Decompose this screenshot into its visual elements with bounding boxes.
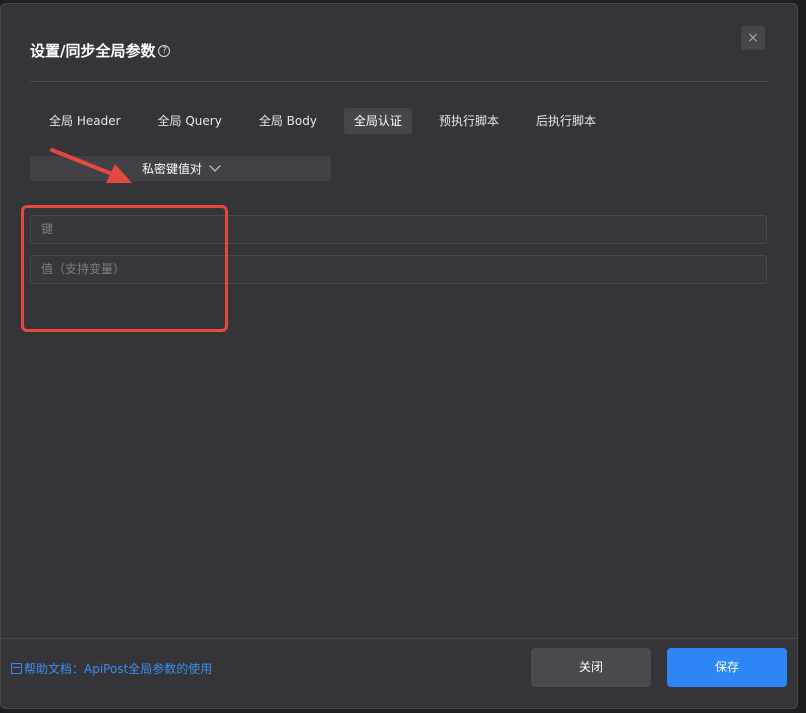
help-circle-icon[interactable]: ?: [158, 44, 171, 57]
tab-global-header[interactable]: 全局 Header: [39, 108, 131, 134]
help-doc-link-text: 帮助文档：ApiPost全局参数的使用: [24, 662, 213, 676]
key-input[interactable]: 键: [30, 215, 767, 244]
tab-global-body[interactable]: 全局 Body: [249, 108, 327, 134]
auth-type-select[interactable]: 私密键值对: [30, 156, 331, 181]
close-button[interactable]: 关闭: [531, 648, 651, 687]
chevron-down-icon: [209, 160, 221, 172]
dialog-title-text: 设置/同步全局参数: [30, 42, 156, 60]
auth-type-label: 私密键值对: [141, 162, 202, 176]
tab-pre-script[interactable]: 预执行脚本: [429, 108, 509, 134]
help-doc-link[interactable]: 帮助文档：ApiPost全局参数的使用: [11, 660, 212, 677]
save-button[interactable]: 保存: [667, 648, 787, 687]
book-icon: [11, 663, 22, 674]
tab-bar: 全局 Header 全局 Query 全局 Body 全局认证 预执行脚本 后执…: [39, 108, 623, 134]
tab-global-query[interactable]: 全局 Query: [148, 108, 232, 134]
tab-post-script[interactable]: 后执行脚本: [526, 108, 606, 134]
header-divider: [30, 81, 768, 82]
close-icon[interactable]: ×: [741, 26, 765, 50]
tab-global-auth[interactable]: 全局认证: [343, 108, 412, 134]
dialog-title: 设置/同步全局参数 ?: [30, 40, 171, 61]
value-input[interactable]: 值（支持变量）: [30, 255, 767, 284]
